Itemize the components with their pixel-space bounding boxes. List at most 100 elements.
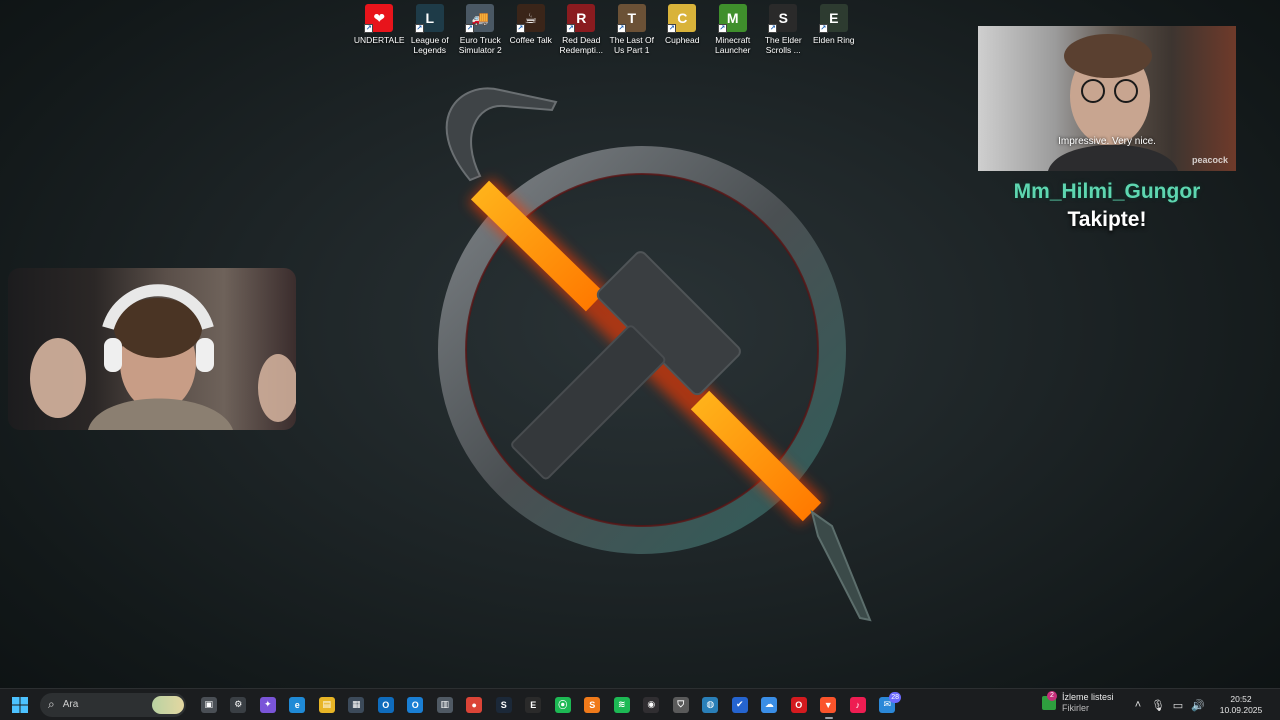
desktop-shortcut-minecraft[interactable]: M ↗ Minecraft Launcher xyxy=(708,4,759,55)
taskbar-app-spotify[interactable]: ≋ xyxy=(607,690,637,720)
desktop-shortcut-euro-truck[interactable]: 🚚 ↗ Euro Truck Simulator 2 xyxy=(455,4,506,55)
steam-icon: S xyxy=(495,696,512,713)
elder-scrolls-icon: S ↗ xyxy=(768,4,798,33)
desktop-shortcut-label: Cuphead xyxy=(664,35,700,45)
taskbar-app-copilot-settings[interactable]: ⚙ xyxy=(224,690,254,720)
chrome-icon: ● xyxy=(466,696,483,713)
store-icon: ▦ xyxy=(348,696,365,713)
shortcut-arrow-icon: ↗ xyxy=(515,24,525,33)
desktop-shortcut-label: Euro Truck Simulator 2 xyxy=(458,35,502,55)
clock[interactable]: 20:52 10.09.2025 xyxy=(1212,694,1270,716)
desktop-shortcut-label: League of Legends xyxy=(410,35,449,55)
widget-title: İzleme listesi xyxy=(1062,692,1114,702)
clock-time: 20:52 xyxy=(1230,694,1252,704)
taskbar-app-outlook-new[interactable]: O xyxy=(401,690,431,720)
cuphead-icon: C ↗ xyxy=(667,4,697,33)
taskbar: ⌕ Ara ▣ ⚙ ✦ e ▤ ▦ O O ▥ ● S E ⦿ S ≋ ◉ ⛉ ◍ ✔ ☁ O ▼ ♪ ✉ 28 2 İzlem… xyxy=(0,688,1280,720)
taskbar-app-sublime[interactable]: S xyxy=(578,690,608,720)
follow-alert-gif: Impressive. Very nice. peacock xyxy=(978,26,1236,171)
calculator-icon: ▥ xyxy=(436,696,453,713)
taskbar-app-copilot[interactable]: ✦ xyxy=(253,690,283,720)
sublime-icon: S xyxy=(584,696,601,713)
shortcut-arrow-icon: ↗ xyxy=(667,24,677,33)
desktop-shortcut-label: The Elder Scrolls ... xyxy=(764,35,802,55)
shortcut-arrow-icon: ↗ xyxy=(465,24,475,33)
coffee-talk-icon: ☕ ↗ xyxy=(515,4,545,33)
stocks-icon: 2 xyxy=(1042,691,1057,710)
desktop-shortcut-label: Red Dead Redempti... xyxy=(559,35,603,55)
shortcut-arrow-icon: ↗ xyxy=(768,24,778,33)
obs-icon: ◉ xyxy=(643,696,660,713)
desktop-shortcut-elder-scrolls[interactable]: S ↗ The Elder Scrolls ... xyxy=(758,4,809,55)
follow-message: Takipte! xyxy=(1067,208,1147,231)
edge-browser-icon: e xyxy=(289,696,306,713)
search-highlight-image xyxy=(152,695,184,714)
windows-logo-icon xyxy=(12,696,28,713)
cloud-icon: ☁ xyxy=(761,696,778,713)
taskbar-app-edge[interactable]: e xyxy=(283,690,313,720)
elden-ring-icon: E ↗ xyxy=(818,4,848,33)
shortcut-arrow-icon: ↗ xyxy=(818,24,828,33)
chevron-up-icon[interactable]: ˄ xyxy=(1128,699,1148,712)
checkmark-icon: ✔ xyxy=(731,696,748,713)
watchlist-widget[interactable]: 2 İzleme listesi Fikirler xyxy=(1042,691,1114,714)
settings-gear-icon: ⚙ xyxy=(230,696,247,713)
desktop-shortcut-label: Coffee Talk xyxy=(509,35,552,45)
taskbar-app-obs[interactable]: ◉ xyxy=(637,690,667,720)
webcam-overlay xyxy=(8,268,296,430)
notification-badge: 28 xyxy=(889,691,901,703)
taskbar-app-tiktok[interactable]: ♪ xyxy=(843,690,873,720)
taskbar-app-opera[interactable]: O xyxy=(784,690,814,720)
desktop-shortcut-elden-ring[interactable]: E ↗ Elden Ring xyxy=(809,4,860,55)
desktop-shortcut-cuphead[interactable]: C ↗ Cuphead xyxy=(657,4,708,55)
taskbar-app-todo[interactable]: ✔ xyxy=(725,690,755,720)
copilot-icon: ✦ xyxy=(259,696,276,713)
taskbar-app-messages[interactable]: ✉ 28 xyxy=(873,690,903,720)
epic-games-icon: E xyxy=(525,696,542,713)
desktop-shortcut-label: The Last Of Us Part 1 xyxy=(609,35,654,55)
taskbar-app-brave[interactable]: ▼ xyxy=(814,690,844,720)
tiktok-icon: ♪ xyxy=(849,696,866,713)
taskbar-app-epic[interactable]: E xyxy=(519,690,549,720)
taskbar-app-task-view[interactable]: ▣ xyxy=(194,690,224,720)
folder-icon: ▤ xyxy=(318,696,335,713)
desktop-shortcut-red-dead[interactable]: R ↗ Red Dead Redempti... xyxy=(556,4,607,55)
taskbar-app-calculator[interactable]: ▥ xyxy=(430,690,460,720)
search-icon: ⌕ xyxy=(48,697,55,711)
volume-icon[interactable]: 🔊 xyxy=(1188,699,1208,712)
gif-subtitle: Impressive. Very nice. xyxy=(1058,136,1156,147)
shortcut-arrow-icon: ↗ xyxy=(616,24,626,33)
desktop-shortcut-label: UNDERTALE xyxy=(353,35,405,45)
follower-username: Mm_Hilmi_Gungor xyxy=(1013,180,1201,203)
taskbar-search-box[interactable]: ⌕ Ara xyxy=(40,692,186,717)
spotify-icon: ≋ xyxy=(613,696,630,713)
globe-icon: ◍ xyxy=(702,696,719,713)
taskbar-app-steam[interactable]: S xyxy=(489,690,519,720)
taskbar-app-outlook[interactable]: O xyxy=(371,690,401,720)
desktop-shortcut-undertale-heart[interactable]: ❤ ↗ UNDERTALE xyxy=(354,4,405,55)
shortcut-arrow-icon: ↗ xyxy=(717,24,727,33)
taskbar-app-vpn[interactable]: ⛉ xyxy=(666,690,696,720)
desktop-shortcut-label: Minecraft Launcher xyxy=(715,35,751,55)
desktop-shortcut-label: Elden Ring xyxy=(812,35,855,45)
taskbar-app-chrome[interactable]: ● xyxy=(460,690,490,720)
task-view-icon: ▣ xyxy=(200,696,217,713)
taskbar-app-weather[interactable]: ☁ xyxy=(755,690,785,720)
taskbar-app-spotify-green[interactable]: ⦿ xyxy=(548,690,578,720)
start-button[interactable] xyxy=(0,689,40,720)
taskbar-app-file-explorer[interactable]: ▤ xyxy=(312,690,342,720)
display-icon[interactable]: ▭ xyxy=(1168,699,1188,712)
outlook-new-icon: O xyxy=(407,696,424,713)
system-tray: ˄ 🎙 ▭ 🔊 20:52 10.09.2025 xyxy=(1128,689,1280,720)
brave-icon: ▼ xyxy=(820,696,837,713)
league-of-legends-icon: L ↗ xyxy=(414,4,444,33)
taskbar-app-globe[interactable]: ◍ xyxy=(696,690,726,720)
microphone-icon[interactable]: 🎙 xyxy=(1148,699,1168,712)
desktop-icon-row: ❤ ↗ UNDERTALE L ↗ League of Legends 🚚 ↗ Euro Tru… xyxy=(354,4,859,55)
taskbar-app-store[interactable]: ▦ xyxy=(342,690,372,720)
desktop-shortcut-league-of-legends[interactable]: L ↗ League of Legends xyxy=(405,4,456,55)
gif-scene xyxy=(1048,34,1178,171)
minecraft-icon: M ↗ xyxy=(717,4,747,33)
desktop-shortcut-last-of-us[interactable]: T ↗ The Last Of Us Part 1 xyxy=(607,4,658,55)
desktop-shortcut-coffee-talk[interactable]: ☕ ↗ Coffee Talk xyxy=(506,4,557,55)
